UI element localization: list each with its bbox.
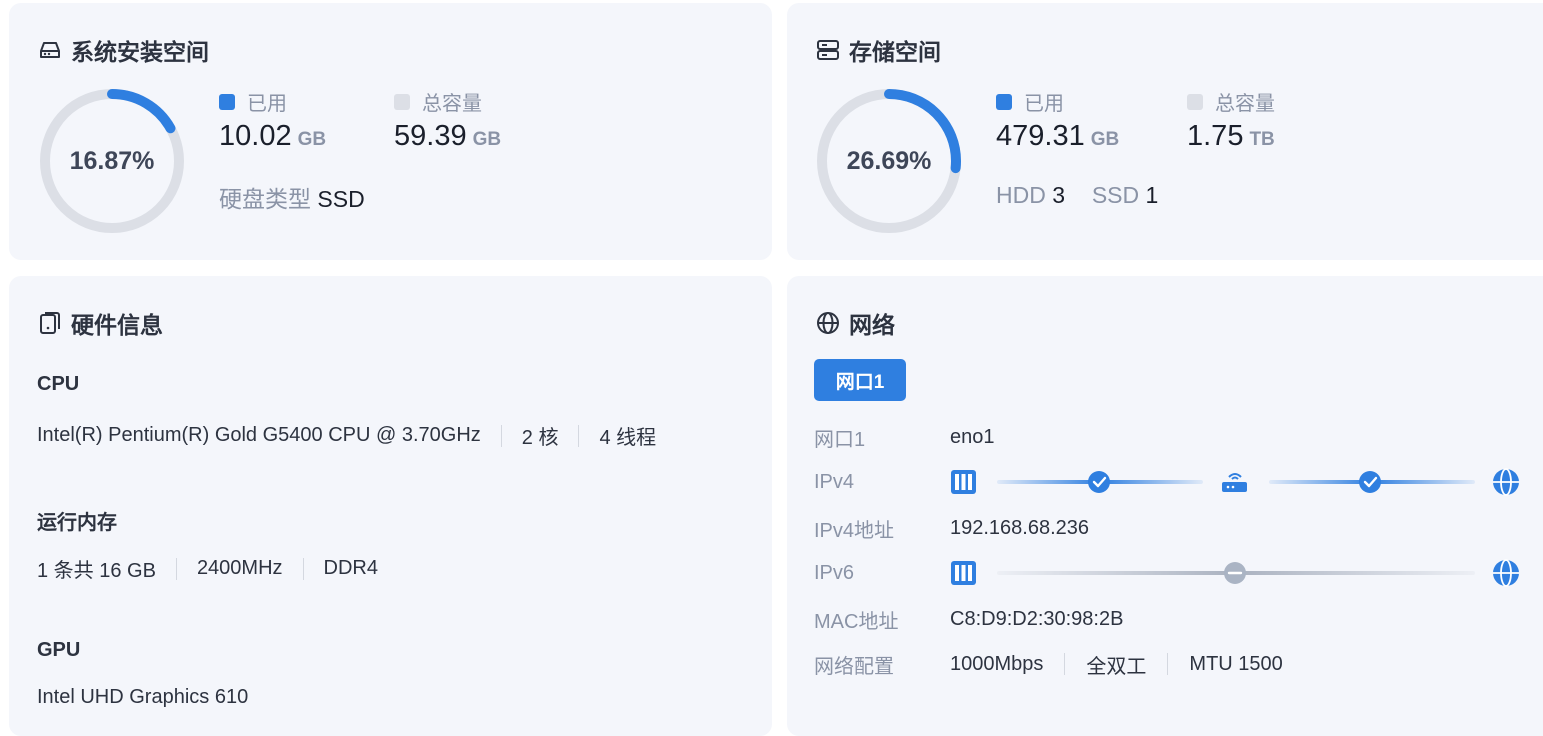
- total-unit: TB: [1249, 129, 1275, 150]
- gpu-label: GPU: [37, 639, 81, 661]
- memory-info-row: 1 条共 16 GB 2400MHz DDR4: [37, 554, 378, 583]
- total-label: 总容量: [1215, 93, 1275, 115]
- system-space-total: 总容量 59.39 GB: [394, 87, 501, 153]
- network-card: 网络 网口1 网口1 eno1 IPv4 IPv4地址 192.168.68.2…: [787, 276, 1543, 736]
- cpu-info-row: Intel(R) Pentium(R) Gold G5400 CPU @ 3.7…: [37, 421, 656, 450]
- server-icon: [815, 37, 841, 63]
- used-label: 已用: [1024, 93, 1064, 115]
- tab-port-1[interactable]: 网口1: [814, 359, 906, 401]
- divider: [302, 557, 304, 580]
- used-legend-square: [996, 93, 1012, 110]
- disk-type-label: 硬盘类型: [219, 186, 311, 212]
- mac-value: C8:D9:D2:30:98:2B: [950, 607, 1124, 630]
- memory-speed: 2400MHz: [196, 557, 283, 579]
- divider: [1064, 653, 1066, 675]
- hardware-title-text: 硬件信息: [71, 312, 163, 338]
- divider: [175, 557, 177, 580]
- ssd-count: 1: [1145, 182, 1159, 208]
- ipv4-row: IPv4: [814, 467, 950, 497]
- network-config-key: 网络配置: [814, 655, 894, 678]
- ipv4-address-value: 192.168.68.236: [950, 516, 1090, 539]
- used-label: 已用: [247, 93, 287, 115]
- total-label: 总容量: [422, 93, 482, 115]
- port-value: eno1: [950, 425, 995, 448]
- device-icon: [951, 470, 976, 494]
- system-space-used: 已用 10.02 GB: [219, 87, 326, 153]
- mac-row: MAC地址 C8:D9:D2:30:98:2B: [814, 604, 1123, 634]
- cpu-cores: 2 核: [521, 427, 559, 449]
- storage-space-percent: 26.69%: [846, 146, 932, 175]
- network-config-row: 网络配置 1000Mbps 全双工 MTU 1500: [814, 649, 1283, 679]
- drive-icon: [37, 37, 63, 63]
- network-title: 网络: [815, 306, 895, 340]
- ipv4-address-key: IPv4地址: [814, 519, 895, 542]
- ipv4-connection-flow: [949, 467, 1521, 497]
- memory-type: DDR4: [323, 557, 378, 579]
- system-space-ring: 16.87%: [36, 85, 188, 237]
- disk-type-value: SSD: [317, 186, 365, 212]
- ssd-label: SSD: [1091, 182, 1140, 208]
- ipv6-connection-flow: [949, 558, 1521, 588]
- link-speed: 1000Mbps: [950, 652, 1044, 675]
- check-icon: [1088, 471, 1110, 493]
- storage-space-title: 存储空间: [815, 33, 941, 67]
- port-key: 网口1: [814, 428, 866, 451]
- ipv6-key: IPv6: [814, 561, 855, 584]
- mtu: MTU 1500: [1189, 652, 1283, 675]
- storage-space-used: 已用 479.31 GB: [996, 87, 1119, 153]
- system-space-card: 系统安装空间 16.87% 已用 10.02 GB 总容量 59.39 GB 硬盘类…: [9, 3, 772, 260]
- router-icon: [1222, 473, 1247, 492]
- globe-icon: [815, 310, 841, 336]
- storage-space-card: 存储空间 26.69% 已用 479.31 GB 总容量 1.75 TB HDD 3…: [787, 3, 1543, 260]
- total-value: 1.75: [1187, 120, 1244, 152]
- total-legend-square: [394, 93, 410, 110]
- device-icon: [37, 310, 63, 336]
- mac-key: MAC地址: [814, 610, 899, 633]
- cpu-threads: 4 线程: [599, 427, 657, 449]
- used-value: 10.02: [219, 120, 292, 152]
- storage-space-ring: 26.69%: [813, 85, 965, 237]
- memory-label: 运行内存: [37, 512, 117, 534]
- divider: [578, 424, 580, 447]
- system-space-percent: 16.87%: [69, 146, 155, 175]
- used-unit: GB: [1090, 129, 1120, 150]
- system-space-title: 系统安装空间: [37, 33, 209, 67]
- storage-space-title-text: 存储空间: [849, 39, 941, 65]
- globe-icon: [1493, 468, 1519, 496]
- ipv4-address-row: IPv4地址 192.168.68.236: [814, 513, 1089, 543]
- cpu-model: Intel(R) Pentium(R) Gold G5400 CPU @ 3.7…: [37, 424, 481, 446]
- globe-icon: [1493, 559, 1519, 587]
- hardware-title: 硬件信息: [37, 306, 163, 340]
- total-legend-square: [1187, 93, 1203, 110]
- gpu-model: Intel UHD Graphics 610: [37, 686, 249, 708]
- disk-counts: HDD 3 SSD 1: [996, 182, 1158, 209]
- disk-type: 硬盘类型 SSD: [219, 180, 365, 214]
- ipv4-key: IPv4: [814, 470, 855, 493]
- port-row: 网口1 eno1: [814, 422, 995, 452]
- used-unit: GB: [297, 129, 327, 150]
- used-value: 479.31: [996, 120, 1085, 152]
- hdd-count: 3: [1052, 182, 1066, 208]
- ipv6-row: IPv6: [814, 558, 950, 588]
- duplex-mode: 全双工: [1086, 655, 1147, 678]
- device-icon: [951, 561, 976, 585]
- memory-count: 1 条共 16 GB: [37, 560, 156, 582]
- system-space-title-text: 系统安装空间: [71, 39, 209, 65]
- check-icon: [1359, 471, 1381, 493]
- hdd-label: HDD: [996, 182, 1046, 208]
- minus-icon: [1224, 562, 1246, 584]
- total-value: 59.39: [394, 120, 467, 152]
- divider: [1167, 653, 1169, 675]
- used-legend-square: [219, 93, 235, 110]
- divider: [500, 424, 502, 447]
- total-unit: GB: [472, 129, 502, 150]
- gpu-info-row: Intel UHD Graphics 610: [37, 686, 248, 709]
- cpu-label: CPU: [37, 373, 80, 395]
- network-title-text: 网络: [849, 312, 895, 338]
- hardware-card: 硬件信息 CPU Intel(R) Pentium(R) Gold G5400 …: [9, 276, 772, 736]
- network-config-value: 1000Mbps 全双工 MTU 1500: [950, 650, 1283, 679]
- storage-space-total: 总容量 1.75 TB: [1187, 87, 1275, 153]
